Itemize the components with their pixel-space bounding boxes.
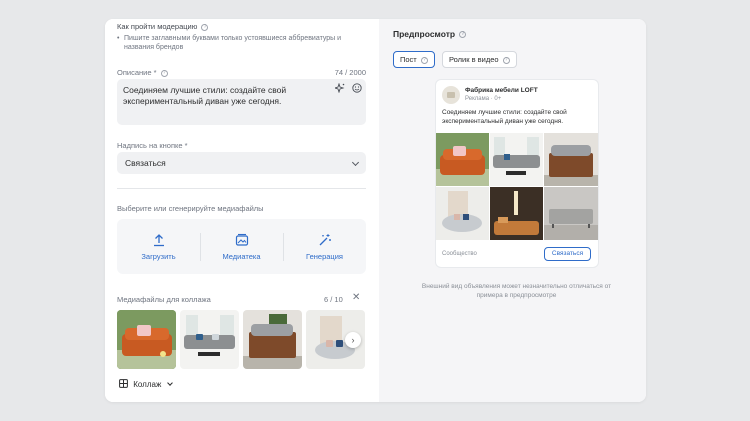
generate-label: Генерация — [306, 252, 343, 261]
post-text: Соединяем лучшие стили: создайте свой эк… — [442, 109, 567, 125]
tab-post-label: Пост — [400, 55, 417, 64]
moderation-hint: • Пишите заглавными буквами только устоя… — [117, 34, 357, 52]
tab-video[interactable]: Ролик в видео ? — [442, 51, 517, 68]
collage-dropdown[interactable]: Коллаж — [119, 379, 173, 389]
bullet-icon: • — [117, 35, 120, 42]
preview-title: Предпросмотр — [393, 29, 456, 39]
collage-counter: 6 / 10 — [324, 295, 343, 304]
post-cta-button[interactable]: Связаться — [544, 247, 591, 261]
help-icon[interactable]: ? — [459, 31, 467, 39]
moderation-hint-text: Пишите заглавными буквами только устоявш… — [124, 35, 342, 51]
post-collage — [436, 133, 598, 240]
tab-video-label: Ролик в видео — [449, 55, 499, 64]
close-icon[interactable]: ✕ — [352, 293, 360, 303]
help-icon[interactable]: ? — [201, 23, 209, 31]
collage-label: Коллаж — [133, 380, 162, 389]
upload-icon — [153, 234, 164, 247]
collage-image — [490, 187, 543, 240]
emoji-icon[interactable] — [350, 83, 363, 96]
avatar — [442, 86, 460, 104]
preview-note: Внешний вид объявления может незначитель… — [421, 283, 612, 299]
description-textarea[interactable]: Соединяем лучшие стили: создайте свой эк… — [117, 79, 366, 125]
thumbnail-orange-sofa[interactable] — [117, 310, 176, 369]
media-source-box: Загрузить Медиатека Генерация — [117, 219, 366, 274]
collage-media-title: Медиафайлы для коллажа — [117, 295, 211, 304]
ad-editor-card: Как пройти модерацию ? • Пишите заглавны… — [105, 19, 646, 402]
help-icon: ? — [502, 56, 510, 64]
post-preview: Фабрика мебели LOFT Реклама · 0+ Соединя… — [436, 80, 598, 267]
post-brand: Фабрика мебели LOFT — [465, 87, 538, 94]
description-label-row: Описание * ? — [117, 68, 168, 77]
collage-image — [490, 133, 543, 186]
divider — [117, 188, 366, 189]
collage-thumbnails — [117, 310, 366, 370]
moderation-title: Как пройти модерацию — [117, 22, 198, 31]
cta-select-value: Связаться — [125, 158, 166, 168]
thumbnail-gray-sofa[interactable] — [180, 310, 239, 369]
media-library-button[interactable]: Медиатека — [200, 219, 283, 274]
button-label-title: Надпись на кнопке * — [117, 141, 188, 150]
media-title: Выберите или сгенерируйте медиафайлы — [117, 204, 264, 213]
post-footer-label: Сообщество — [442, 251, 477, 257]
editor-panel: Как пройти модерацию ? • Пишите заглавны… — [105, 19, 379, 402]
generate-button[interactable]: Генерация — [283, 219, 366, 274]
gallery-icon — [235, 233, 248, 246]
collage-image — [544, 133, 598, 186]
description-text: Соединяем лучшие стили: создайте свой эк… — [123, 85, 287, 106]
chevron-down-icon — [166, 380, 173, 386]
preview-panel: Предпросмотр ? Пост ? Ролик в видео ? Фа… — [379, 19, 646, 402]
media-library-label: Медиатека — [222, 252, 261, 261]
cta-select[interactable]: Связаться — [117, 152, 366, 174]
help-icon: ? — [420, 56, 428, 64]
collage-image — [436, 187, 489, 240]
help-icon[interactable]: ? — [160, 69, 168, 77]
sparkle-icon[interactable] — [333, 82, 346, 96]
description-label: Описание * — [117, 68, 157, 77]
grid-icon — [119, 379, 128, 388]
description-counter: 74 / 2000 — [334, 68, 366, 77]
thumbnail-wood-sofa[interactable] — [243, 310, 302, 369]
collage-image — [544, 187, 598, 240]
post-meta: Реклама · 0+ — [465, 96, 502, 102]
tab-post[interactable]: Пост ? — [393, 51, 435, 68]
upload-button[interactable]: Загрузить — [117, 219, 200, 274]
preview-title-row: Предпросмотр ? — [393, 29, 467, 39]
upload-label: Загрузить — [141, 252, 176, 261]
moderation-title-row: Как пройти модерацию ? — [117, 22, 209, 31]
magic-wand-icon — [319, 234, 331, 246]
chevron-right-icon[interactable]: › — [345, 332, 361, 348]
chevron-down-icon — [351, 158, 360, 167]
collage-image — [436, 133, 489, 186]
